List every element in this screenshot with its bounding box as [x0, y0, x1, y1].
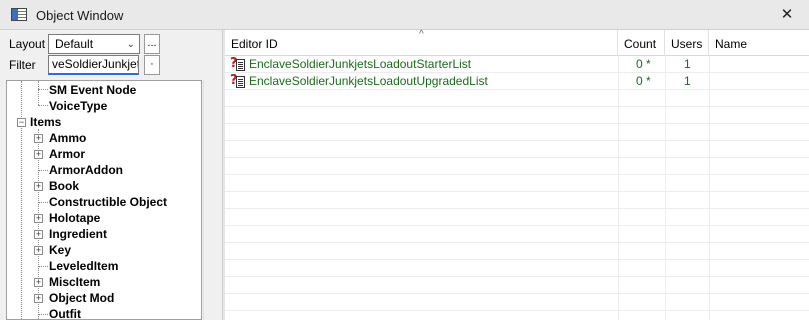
tree-line: [38, 105, 48, 106]
tree-item-sm-event-node[interactable]: SM Event Node: [49, 82, 136, 98]
title-bar: Object Window ✕: [0, 0, 809, 30]
cell-count: 0 *: [636, 74, 651, 88]
tree-item-voicetype[interactable]: VoiceType: [49, 98, 107, 114]
tree-line: [38, 89, 48, 90]
tree-item-armoraddon[interactable]: ArmorAddon: [49, 162, 123, 178]
leveled-list-record-icon: ?: [230, 73, 246, 89]
table-row[interactable]: ? EnclaveSoldierJunkjetsLoadoutUpgradedL…: [225, 73, 809, 90]
cell-users: 1: [684, 57, 691, 71]
column-header-editor-id[interactable]: Editor ID: [225, 30, 618, 56]
table-row[interactable]: ? EnclaveSoldierJunkjetsLoadoutStarterLi…: [225, 56, 809, 73]
tree-item-ingredient[interactable]: Ingredient: [49, 226, 107, 242]
empty-row: [225, 226, 809, 243]
expand-icon[interactable]: +: [34, 246, 43, 255]
tree-item-outfit[interactable]: Outfit: [49, 306, 81, 319]
tree-item-key[interactable]: Key: [49, 242, 71, 258]
cell-users: 1: [684, 74, 691, 88]
cell-editor-id: EnclaveSoldierJunkjetsLoadoutUpgradedLis…: [249, 74, 488, 88]
empty-row: [225, 141, 809, 158]
tree-line: [38, 81, 39, 105]
tree-item-miscitem[interactable]: MiscItem: [49, 274, 100, 290]
tree-item-ammo[interactable]: Ammo: [49, 130, 86, 146]
collapse-icon[interactable]: −: [17, 118, 26, 127]
expand-icon[interactable]: +: [34, 294, 43, 303]
expand-icon[interactable]: +: [34, 150, 43, 159]
layout-value: Default: [55, 37, 94, 51]
records-grid: ^ Editor ID Count Users Name ? EnclaveSo…: [225, 30, 809, 320]
empty-row: [225, 260, 809, 277]
filter-label: Filter: [9, 58, 36, 72]
tree-line: [38, 202, 48, 203]
empty-row: [225, 107, 809, 124]
window-icon: [11, 8, 27, 21]
chevron-down-icon: ⌄: [126, 39, 135, 50]
tree-item-items[interactable]: Items: [30, 114, 61, 130]
filter-input[interactable]: veSoldierJunkjets: [48, 55, 139, 75]
cell-count: 0 *: [636, 57, 651, 71]
layout-label: Layout: [9, 37, 46, 51]
tree-scrollbar[interactable]: [203, 80, 220, 320]
close-button[interactable]: ✕: [765, 0, 809, 30]
empty-row: [225, 294, 809, 311]
expand-icon[interactable]: +: [34, 182, 43, 191]
grid-header: ^ Editor ID Count Users Name: [225, 30, 809, 56]
tree-item-leveleditem[interactable]: LeveledItem: [49, 258, 118, 274]
tree-item-holotape[interactable]: Holotape: [49, 210, 100, 226]
expand-icon[interactable]: +: [34, 214, 43, 223]
column-header-name[interactable]: Name: [709, 30, 809, 56]
layout-options-button[interactable]: ...: [144, 34, 160, 54]
expand-icon[interactable]: +: [34, 230, 43, 239]
grid-rows: ? EnclaveSoldierJunkjetsLoadoutStarterLi…: [225, 56, 809, 320]
tree-item-constructible-object[interactable]: Constructible Object: [49, 194, 167, 210]
tree-item-object-mod[interactable]: Object Mod: [49, 290, 114, 306]
tree-line: [38, 266, 48, 267]
leveled-list-record-icon: ?: [230, 56, 246, 72]
expand-icon[interactable]: +: [34, 134, 43, 143]
layout-dropdown[interactable]: Default ⌄: [48, 34, 140, 54]
empty-row: [225, 175, 809, 192]
filter-options-button[interactable]: ·: [144, 55, 160, 75]
cell-editor-id: EnclaveSoldierJunkjetsLoadoutStarterList: [249, 57, 472, 71]
window-title: Object Window: [36, 8, 124, 23]
empty-row: [225, 90, 809, 107]
tree-item-armor[interactable]: Armor: [49, 146, 85, 162]
tree-line: [38, 170, 48, 171]
column-header-users[interactable]: Users: [665, 30, 709, 56]
tree-item-book[interactable]: Book: [49, 178, 79, 194]
column-header-count[interactable]: Count: [618, 30, 665, 56]
empty-row: [225, 192, 809, 209]
empty-row: [225, 277, 809, 294]
tree-line: [38, 314, 48, 315]
empty-row: [225, 209, 809, 226]
empty-row: [225, 158, 809, 175]
empty-row: [225, 243, 809, 260]
category-tree[interactable]: SM Event Node VoiceType − Items + Ammo +…: [6, 80, 202, 320]
expand-icon[interactable]: +: [34, 278, 43, 287]
empty-row: [225, 124, 809, 141]
